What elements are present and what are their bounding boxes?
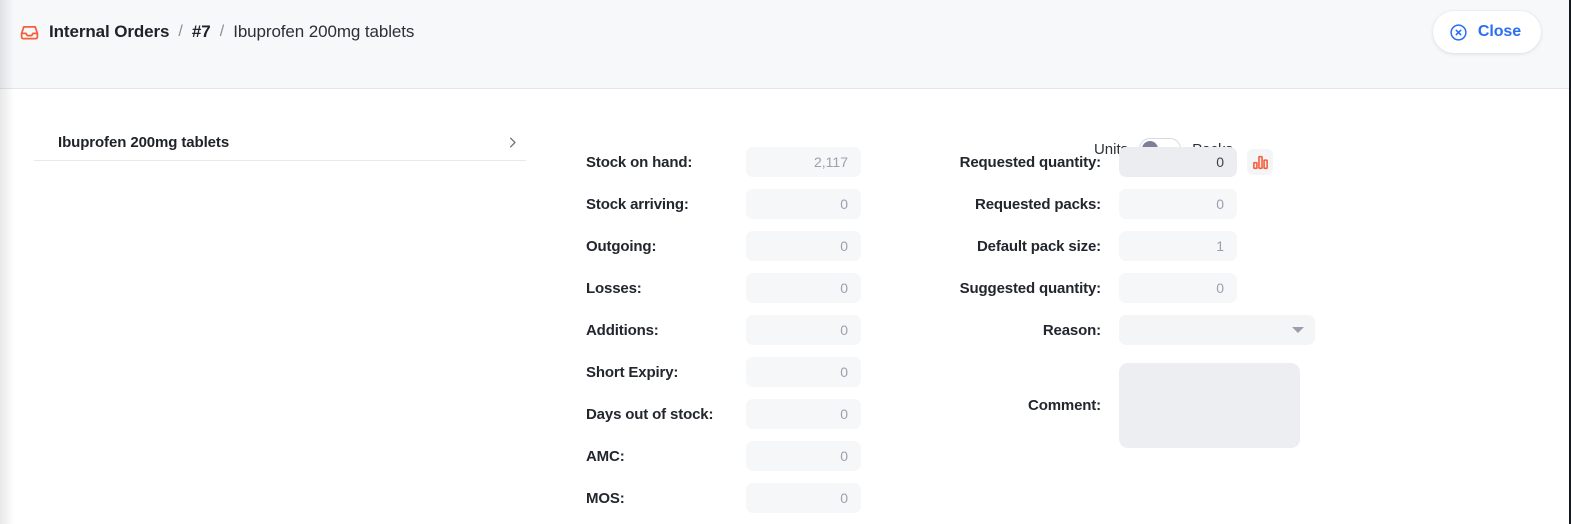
field-label: Requested quantity: (959, 153, 1101, 171)
field-row-comment: Comment: (957, 357, 1315, 453)
item-detail-drawer: Internal Orders / #7 / Ibuprofen 200mg t… (0, 0, 1571, 524)
field-row-default-pack-size: Default pack size: 1 (957, 225, 1315, 267)
requested-packs-field: 0 (1119, 189, 1237, 219)
field-label: Short Expiry: (586, 363, 679, 381)
field-label: Days out of stock: (586, 405, 714, 423)
field-row-requested-packs: Requested packs: 0 (957, 183, 1315, 225)
request-fields-column: Requested quantity: 0 Requested packs: 0… (957, 141, 1315, 453)
close-circle-icon (1449, 22, 1469, 42)
stock-on-hand-field: 2,117 (746, 147, 861, 177)
field-row-requested-quantity: Requested quantity: 0 (957, 141, 1315, 183)
field-label: Requested packs: (975, 195, 1101, 213)
drawer-header: Internal Orders / #7 / Ibuprofen 200mg t… (0, 0, 1569, 89)
default-pack-size-field: 1 (1119, 231, 1237, 261)
field-row-outgoing: Outgoing: 0 (586, 225, 861, 267)
field-label: Reason: (1042, 321, 1101, 339)
field-label: Suggested quantity: (959, 279, 1101, 297)
chevron-down-icon (1292, 327, 1304, 333)
close-button[interactable]: Close (1432, 11, 1541, 53)
field-label: Default pack size: (976, 237, 1101, 255)
field-label: Stock on hand: (586, 153, 693, 171)
drawer-body: Ibuprofen 200mg tablets Stock on hand: 2… (0, 89, 1569, 524)
breadcrumb-separator-2: / (219, 23, 225, 40)
mos-field: 0 (746, 483, 861, 513)
field-row-additions: Additions: 0 (586, 309, 861, 351)
bar-chart-icon[interactable] (1247, 149, 1273, 175)
suggested-quantity-field: 0 (1119, 273, 1237, 303)
field-label: AMC: (586, 447, 625, 465)
stock-arriving-field: 0 (746, 189, 861, 219)
requested-quantity-input[interactable]: 0 (1119, 147, 1237, 177)
field-row-reason: Reason: (957, 309, 1315, 351)
stock-fields-column: Stock on hand: 2,117 Stock arriving: 0 O… (586, 141, 861, 519)
item-list: Ibuprofen 200mg tablets (34, 125, 526, 161)
field-label: Losses: (586, 279, 642, 297)
breadcrumb-order-id[interactable]: #7 (192, 22, 211, 42)
field-row-days-out-of-stock: Days out of stock: 0 (586, 393, 861, 435)
losses-field: 0 (746, 273, 861, 303)
short-expiry-field: 0 (746, 357, 861, 387)
field-row-losses: Losses: 0 (586, 267, 861, 309)
field-row-short-expiry: Short Expiry: 0 (586, 351, 861, 393)
breadcrumb-root[interactable]: Internal Orders (49, 22, 169, 42)
list-item[interactable]: Ibuprofen 200mg tablets (34, 125, 526, 161)
field-row-stock-on-hand: Stock on hand: 2,117 (586, 141, 861, 183)
additions-field: 0 (746, 315, 861, 345)
outgoing-field: 0 (746, 231, 861, 261)
breadcrumb-separator-1: / (178, 23, 183, 40)
field-row-mos: MOS: 0 (586, 477, 861, 519)
inbox-icon (18, 21, 40, 43)
chevron-right-icon[interactable] (504, 135, 520, 151)
field-label: MOS: (586, 489, 625, 507)
field-label: Outgoing: (586, 237, 657, 255)
amc-field: 0 (746, 441, 861, 471)
breadcrumb: Internal Orders / #7 / Ibuprofen 200mg t… (18, 18, 414, 46)
list-item-label: Ibuprofen 200mg tablets (58, 134, 230, 151)
comment-textarea[interactable] (1119, 362, 1300, 448)
days-out-of-stock-field: 0 (746, 399, 861, 429)
field-label: Additions: (586, 321, 659, 339)
field-row-stock-arriving: Stock arriving: 0 (586, 183, 861, 225)
field-row-suggested-quantity: Suggested quantity: 0 (957, 267, 1315, 309)
field-label: Stock arriving: (586, 195, 689, 213)
field-row-amc: AMC: 0 (586, 435, 861, 477)
breadcrumb-current-item: Ibuprofen 200mg tablets (233, 22, 415, 41)
reason-select[interactable] (1119, 315, 1315, 345)
field-label: Comment: (1028, 396, 1101, 414)
close-button-label: Close (1477, 23, 1521, 40)
